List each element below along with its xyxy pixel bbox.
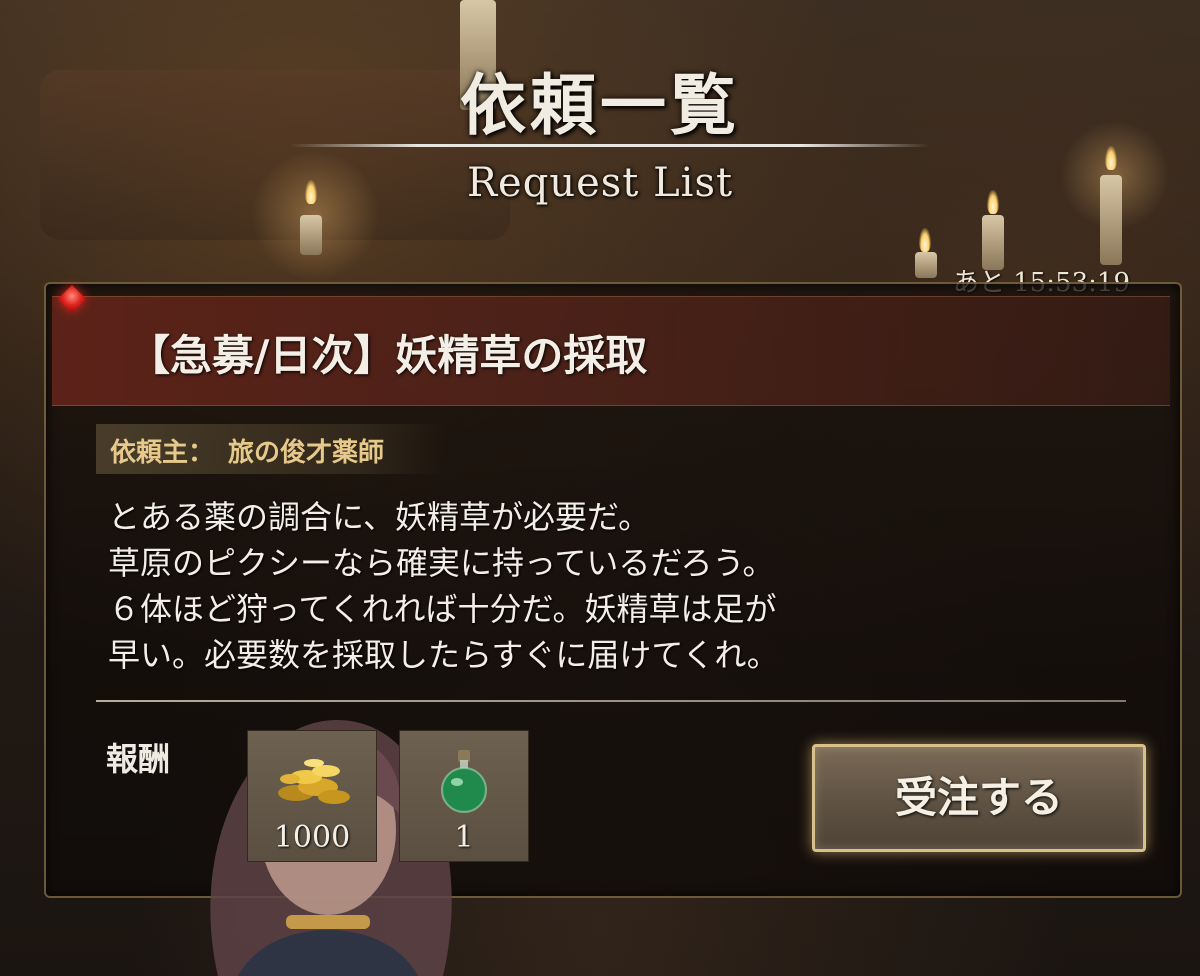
reward-label: 報酬 <box>106 740 171 778</box>
reward-divider <box>96 700 1126 702</box>
gold-coins-icon <box>248 739 376 823</box>
quest-description: とある薬の調合に、妖精草が必要だ。 草原のピクシーなら確実に持っているだろう。 … <box>108 494 1008 678</box>
candle-flame-icon <box>919 228 931 252</box>
client-label: 依頼主： <box>110 438 215 468</box>
description-line: ６体ほど狩ってくれれば十分だ。妖精草は足が <box>108 590 777 628</box>
accept-quest-button[interactable]: 受注する <box>812 744 1146 852</box>
description-line: とある薬の調合に、妖精草が必要だ。 <box>108 498 651 536</box>
client-name: 旅の俊才薬師 <box>228 438 385 468</box>
reward-count: 1 <box>454 820 474 855</box>
candle-decoration <box>915 252 937 278</box>
quest-client: 依頼主： 旅の俊才薬師 <box>110 432 384 469</box>
reward-count: 1000 <box>273 820 351 855</box>
quest-title: 【急募/日次】妖精草の採取 <box>128 331 648 380</box>
reward-item-gold[interactable]: 1000 <box>247 730 377 862</box>
page-subtitle: Request List <box>466 160 734 206</box>
page-title: 依頼一覧 <box>460 66 740 144</box>
green-potion-icon <box>400 739 528 823</box>
candle-decoration <box>300 215 322 255</box>
title-divider <box>290 144 930 147</box>
description-line: 早い。必要数を採取したらすぐに届けてくれ。 <box>108 636 779 674</box>
description-line: 草原のピクシーなら確実に持っているだろう。 <box>108 544 775 582</box>
reward-item-potion[interactable]: 1 <box>399 730 529 862</box>
